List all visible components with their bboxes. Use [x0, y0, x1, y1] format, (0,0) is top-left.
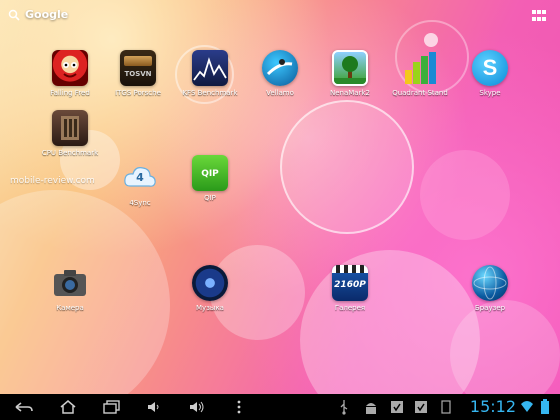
- clock[interactable]: 15:12: [470, 397, 516, 416]
- wallpaper-bubble: [424, 33, 438, 47]
- wifi-icon: [521, 401, 533, 412]
- app-label: ITGS Porsche: [115, 89, 161, 97]
- wallpaper-bubble: [280, 100, 414, 234]
- app-label: Quadrant Stand: [392, 89, 448, 97]
- 4sync-icon-text: 4: [136, 171, 144, 184]
- app-music[interactable]: Музыка: [170, 265, 250, 312]
- app-qip[interactable]: QIP QIP: [170, 155, 250, 202]
- quadrant-icon: [402, 50, 438, 86]
- app-vellamo[interactable]: Vellamo: [240, 50, 320, 97]
- browser-globe-icon: [472, 265, 508, 301]
- app-gallery[interactable]: 2160P Галерея: [310, 265, 390, 312]
- home-icon[interactable]: [58, 399, 78, 415]
- app-label: Музыка: [196, 304, 224, 312]
- wallpaper-bubble: [420, 150, 510, 240]
- app-label: Камера: [56, 304, 84, 312]
- app-quadrant-standard[interactable]: Quadrant Stand: [380, 50, 460, 97]
- app-camera[interactable]: Камера: [30, 265, 110, 312]
- app-label: Браузер: [474, 304, 506, 312]
- download-done-icon: [391, 401, 403, 413]
- app-cpu-benchmark[interactable]: CPU Benchmark: [30, 110, 110, 157]
- back-icon[interactable]: [14, 399, 34, 415]
- all-apps-button[interactable]: [532, 10, 546, 22]
- qip-icon-text: QIP: [201, 169, 219, 179]
- cpu-benchmark-icon: [52, 110, 88, 146]
- app-label: QIP: [204, 194, 216, 202]
- nenamark2-icon: [332, 50, 368, 86]
- app-label: CPU Benchmark: [41, 149, 99, 157]
- google-search-label: Google: [25, 8, 69, 21]
- search-icon: [8, 9, 20, 21]
- itgs-icon-text: TOSVN: [124, 70, 152, 78]
- recent-apps-icon[interactable]: [102, 399, 122, 415]
- google-search-bar[interactable]: Google: [8, 8, 68, 21]
- app-label: Skype: [479, 89, 501, 97]
- volume-down-icon[interactable]: [146, 399, 162, 415]
- kfs-benchmark-icon: [192, 50, 228, 86]
- app-kfs-benchmark[interactable]: KFS Benchmark: [170, 50, 250, 97]
- vellamo-icon: [262, 50, 298, 86]
- qip-icon: QIP: [192, 155, 228, 191]
- app-label: Галерея: [334, 304, 366, 312]
- gallery-icon-text: 2160P: [334, 280, 366, 290]
- camera-icon: [52, 265, 88, 301]
- music-icon: [192, 265, 228, 301]
- wallpaper-bubble: [450, 300, 560, 394]
- screenshot-icon: [441, 400, 451, 414]
- system-bar: 15:12: [0, 394, 560, 420]
- app-label: KFS Benchmark: [182, 89, 238, 97]
- android-debug-icon: [366, 403, 376, 414]
- falling-fred-icon: [52, 50, 88, 86]
- app-browser[interactable]: Браузер: [450, 265, 530, 312]
- app-nenamark2[interactable]: NenaMark2: [310, 50, 390, 97]
- app-label: Vellamo: [266, 89, 294, 97]
- app-skype[interactable]: S Skype: [450, 50, 530, 97]
- app-4sync[interactable]: 4 4Sync: [100, 160, 180, 207]
- gallery-icon: 2160P: [332, 265, 368, 301]
- itgs-porsche-icon: TOSVN: [120, 50, 156, 86]
- usb-icon: [340, 400, 348, 415]
- battery-icon: [541, 399, 549, 414]
- app-label: 4Sync: [129, 199, 151, 207]
- app-itgs-porsche[interactable]: TOSVN ITGS Porsche: [98, 50, 178, 97]
- menu-icon[interactable]: [236, 399, 242, 415]
- volume-up-icon[interactable]: [188, 399, 206, 415]
- skype-icon: S: [472, 50, 508, 86]
- home-screen: Google Falling Fred TOSVN ITGS Porsche K…: [0, 0, 560, 394]
- 4sync-icon: 4: [122, 160, 158, 196]
- watermark: mobile-review.com: [10, 176, 95, 186]
- download-done-icon: [415, 401, 427, 413]
- app-label: NenaMark2: [330, 89, 370, 97]
